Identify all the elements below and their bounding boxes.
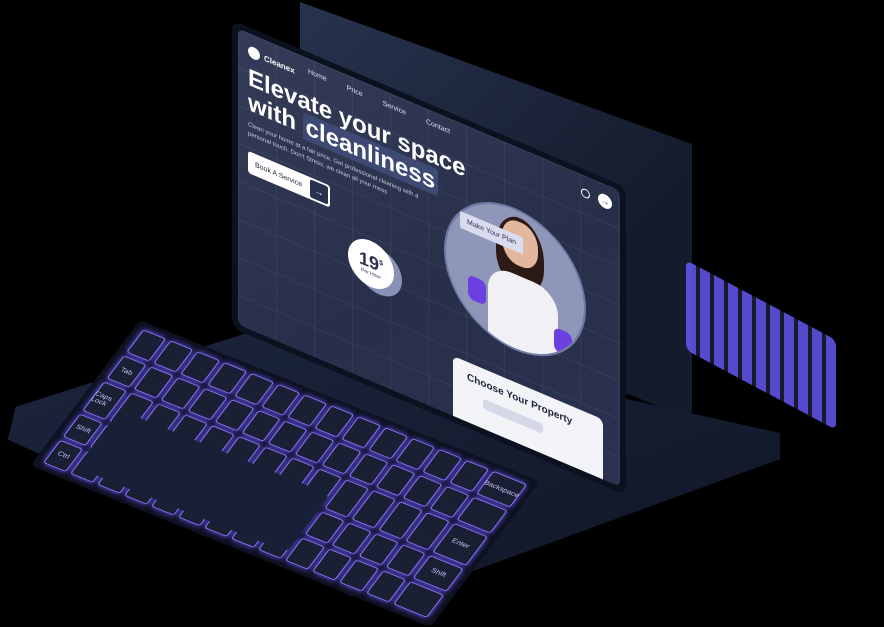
price-currency: $ <box>379 259 383 269</box>
search-icon[interactable] <box>581 186 590 200</box>
laptop-mockup-scene: Backspace Tab Caps Lock Enter Shift Shift Ctrl… <box>0 0 884 627</box>
back-laptop-keyboard <box>686 260 836 430</box>
